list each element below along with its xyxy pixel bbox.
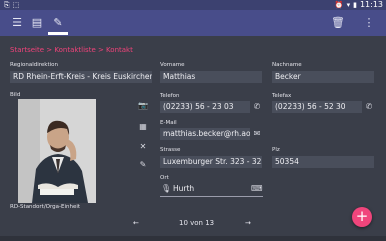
notification-icon: ⬚: [12, 1, 20, 9]
email-field[interactable]: matthias.becker@rh.aok.: [160, 128, 250, 140]
mic-icon[interactable]: 🎙: [161, 184, 171, 194]
previous-arrow[interactable]: ←: [133, 219, 139, 227]
plz-field[interactable]: 50354: [272, 156, 374, 168]
alarm-icon: ⏰: [334, 0, 344, 9]
status-bar: ⎘ ⬚ ⏰ ▾ ▮ 11:13: [0, 0, 386, 10]
telefon-label: Telefon: [160, 93, 180, 99]
breadcrumb[interactable]: Startseite > Kontaktliste > Kontakt: [10, 46, 133, 54]
bottom-strip: [0, 236, 386, 241]
list-icon[interactable]: ▤: [30, 16, 44, 30]
gallery-icon[interactable]: ▦: [138, 122, 148, 132]
next-arrow[interactable]: →: [245, 219, 251, 227]
nachname-label: Nachname: [272, 62, 302, 68]
phone-icon[interactable]: ✆: [364, 102, 374, 112]
edit-photo-icon[interactable]: ✎: [138, 160, 148, 170]
ort-underline: [160, 196, 263, 197]
bild-label: Bild: [10, 92, 21, 98]
vorname-field[interactable]: Matthias: [160, 71, 262, 83]
nachname-field[interactable]: Becker: [272, 71, 374, 83]
telefax-field[interactable]: (02233) 56 - 52 30: [272, 101, 362, 113]
contact-photo[interactable]: [18, 99, 96, 203]
mail-icon[interactable]: ✉: [252, 129, 262, 139]
keyboard-icon[interactable]: ⌨: [251, 184, 263, 194]
add-button[interactable]: +: [352, 207, 372, 227]
clock: 11:13: [359, 0, 383, 9]
ort-field[interactable]: Hurth: [173, 184, 194, 193]
telefax-label: Telefax: [272, 93, 292, 99]
more-options-icon[interactable]: ⋮: [362, 16, 376, 30]
email-label: E-Mail: [160, 120, 177, 126]
regionaldirektion-field[interactable]: RD Rhein-Erft-Kreis - Kreis Euskirchen: [10, 71, 152, 83]
ort-label: Ort: [160, 175, 169, 181]
wifi-icon: ▾: [346, 0, 351, 9]
strasse-label: Strasse: [160, 147, 181, 153]
strasse-field[interactable]: Luxemburger Str. 323 - 325: [160, 156, 262, 168]
camera-icon[interactable]: 📷: [138, 101, 148, 111]
battery-icon: ▮: [353, 0, 357, 9]
vorname-label: Vorname: [160, 62, 185, 68]
notification-icon: ⎘: [4, 1, 10, 9]
telefon-field[interactable]: (02233) 56 - 23 03: [160, 101, 250, 113]
active-tab-indicator: [48, 32, 68, 35]
plz-label: Plz: [272, 147, 280, 153]
rd-standort-label: RD-Standort/Orga-Einheit: [10, 204, 81, 210]
clear-photo-icon[interactable]: ✕: [138, 142, 148, 152]
menu-icon[interactable]: ☰: [10, 16, 24, 30]
edit-icon[interactable]: ✎: [51, 16, 65, 30]
app-toolbar: ☰ ▤ ✎ 🗑 ⋮: [0, 10, 386, 36]
phone-icon[interactable]: ✆: [252, 102, 262, 112]
delete-icon[interactable]: 🗑: [331, 16, 345, 30]
regionaldirektion-label: Regionaldirektion: [10, 62, 58, 68]
page-indicator: 10 von 13: [179, 219, 215, 227]
